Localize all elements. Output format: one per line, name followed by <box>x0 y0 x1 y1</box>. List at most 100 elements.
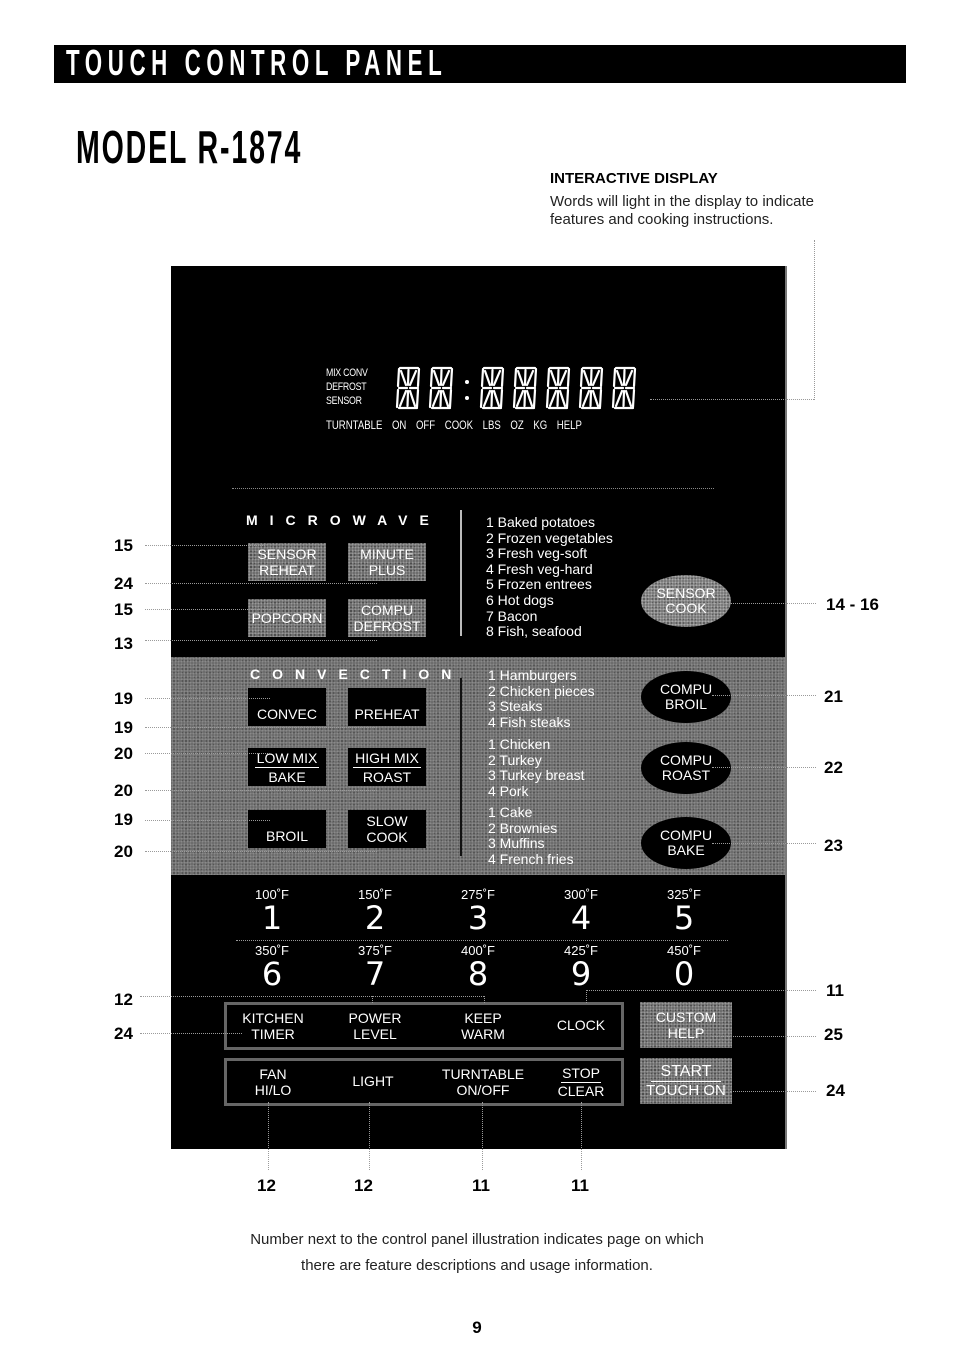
key-label-line1: BROIL <box>265 828 308 844</box>
callout-page-number: 21 <box>824 687 843 706</box>
key-label-line2: WARM <box>461 1026 505 1042</box>
digit-label: 1 <box>261 899 283 937</box>
list-item: 1 Cake <box>488 804 533 820</box>
display-side-labels: MIX CONV DEFROST SENSOR <box>326 366 368 408</box>
key-label-line2: ROAST <box>661 767 711 783</box>
keep-warm-key[interactable]: KEEP WARM <box>447 1010 519 1042</box>
callout-leader <box>712 1036 816 1037</box>
number-key-9[interactable]: 425˚F 9 <box>541 943 621 990</box>
compu-broil-key[interactable]: COMPU BROIL <box>641 671 731 723</box>
key-label-line1: KEEP <box>464 1010 502 1026</box>
list-item: 2 Turkey <box>488 751 542 768</box>
list-item: 2 Brownies <box>488 819 558 836</box>
popcorn-key[interactable]: POPCORN <box>248 599 326 637</box>
number-key-6[interactable]: 350˚F 6 <box>232 943 312 990</box>
callout-page-number: 15 <box>114 536 133 555</box>
key-label-line1: COMPU <box>659 827 713 843</box>
callout-page-number: 19 <box>114 718 133 737</box>
display-digit-segment <box>479 366 506 410</box>
callout-page-number: 12 <box>257 1176 276 1195</box>
callout-page-number: 19 <box>114 689 133 708</box>
display-digit-segment <box>545 366 572 410</box>
number-key-5[interactable]: 325˚F 5 <box>644 887 724 934</box>
callout-leader <box>484 996 485 1003</box>
callout-page-number: 22 <box>824 758 843 777</box>
interactive-display-heading: INTERACTIVE DISPLAY <box>550 170 718 187</box>
page-number: 9 <box>472 1318 482 1337</box>
list-item: 5 Frozen entrees <box>486 576 592 593</box>
display-bottom-labels: TURNTABLE ON OFF COOK LBS OZ KG HELP <box>326 418 591 432</box>
number-key-7[interactable]: 375˚F 7 <box>335 943 415 990</box>
number-key-4[interactable]: 300˚F 4 <box>541 887 621 934</box>
list-item: 3 Turkey breast <box>488 767 585 784</box>
number-key-8[interactable]: 400˚F 8 <box>438 943 518 990</box>
list-item: 1 Hamburgers <box>488 667 577 683</box>
key-label-line2: BAKE <box>667 842 705 858</box>
sensor-cook-key[interactable]: SENSOR COOK <box>641 575 731 627</box>
list-item: 7 Bacon <box>486 607 538 624</box>
list-item: 4 Fish steaks <box>488 713 571 730</box>
callout-leader <box>372 996 373 1003</box>
callout-page-number: 24 <box>114 574 133 593</box>
footnote-line: Number next to the control panel illustr… <box>250 1231 704 1248</box>
key-label-line1: FAN <box>259 1066 287 1082</box>
callout-leader <box>482 1102 483 1170</box>
microwave-list-divider <box>460 510 462 636</box>
compu-broil-list: 1 Hamburgers 2 Chicken pieces 3 Steaks 4… <box>488 667 595 730</box>
key-label-line2: PLUS <box>368 562 406 578</box>
list-item: 8 Fish, seafood <box>486 623 582 640</box>
callout-leader <box>581 1102 582 1170</box>
key-label-line2: TOUCH ON <box>646 1081 726 1099</box>
compu-defrost-key[interactable]: COMPU DEFROST <box>348 599 426 637</box>
callout-leader <box>145 698 270 699</box>
list-item: 1 Chicken <box>488 736 551 752</box>
high-mix-roast-key[interactable]: HIGH MIX ROAST <box>348 748 426 786</box>
digit-label: 7 <box>364 955 386 993</box>
digit-label: 3 <box>467 899 489 937</box>
kitchen-timer-key[interactable]: KITCHEN TIMER <box>237 1010 309 1042</box>
minute-plus-key[interactable]: MINUTE PLUS <box>348 543 426 581</box>
light-key[interactable]: LIGHT <box>337 1073 409 1089</box>
start-touch-on-key[interactable]: START TOUCH ON <box>640 1058 732 1104</box>
convec-key[interactable]: CONVEC <box>248 688 326 726</box>
key-label-line1: CONVEC <box>257 706 317 722</box>
interactive-display-description: Words will light in the display to indic… <box>550 193 815 228</box>
preheat-key[interactable]: PREHEAT <box>348 688 426 726</box>
callout-leader <box>586 990 587 1003</box>
display-label-defrost: DEFROST <box>326 381 367 393</box>
clock-key[interactable]: CLOCK <box>545 1017 617 1033</box>
compu-roast-key[interactable]: COMPU ROAST <box>641 742 731 794</box>
key-label-line1: POWER <box>348 1010 402 1026</box>
slow-cook-key[interactable]: SLOW COOK <box>348 810 426 848</box>
callout-leader <box>712 695 816 696</box>
digit-label: 8 <box>467 955 489 993</box>
callout-page-number: 11 <box>826 981 844 1000</box>
callout-page-number: 24 <box>114 1024 133 1043</box>
turntable-on-off-key[interactable]: TURNTABLE ON/OFF <box>433 1066 533 1098</box>
display-digit-segment <box>512 366 539 410</box>
callout-leader <box>145 851 377 852</box>
custom-help-key[interactable]: CUSTOM HELP <box>640 1002 732 1048</box>
footnote: Number next to the control panel illustr… <box>0 1227 954 1279</box>
number-key-3[interactable]: 275˚F 3 <box>438 887 518 934</box>
number-key-1[interactable]: 100˚F 1 <box>232 887 312 934</box>
key-label-line2: HELP <box>667 1025 705 1041</box>
fan-hi-lo-key[interactable]: FAN HI/LO <box>237 1066 309 1098</box>
key-label-line2: CLEAR <box>557 1083 605 1099</box>
key-label-line2: BAKE <box>268 768 306 785</box>
number-key-0[interactable]: 450˚F 0 <box>644 943 724 990</box>
sensor-reheat-key[interactable]: SENSOR REHEAT <box>248 543 326 581</box>
key-label-line1: LIGHT <box>352 1073 394 1089</box>
power-level-key[interactable]: POWER LEVEL <box>339 1010 411 1042</box>
digit-label: 6 <box>261 955 283 993</box>
stop-clear-key[interactable]: STOP CLEAR <box>545 1065 617 1099</box>
key-label-line2: BROIL <box>664 696 707 712</box>
callout-page-number: 23 <box>824 836 843 855</box>
callout-page-number: 11 <box>571 1176 589 1195</box>
callout-leader <box>145 545 265 546</box>
convection-list-divider <box>460 678 462 856</box>
number-key-2[interactable]: 150˚F 2 <box>335 887 415 934</box>
display-digit-segment <box>395 366 422 410</box>
broil-key[interactable]: BROIL <box>248 810 326 848</box>
digit-label: 0 <box>673 955 695 993</box>
